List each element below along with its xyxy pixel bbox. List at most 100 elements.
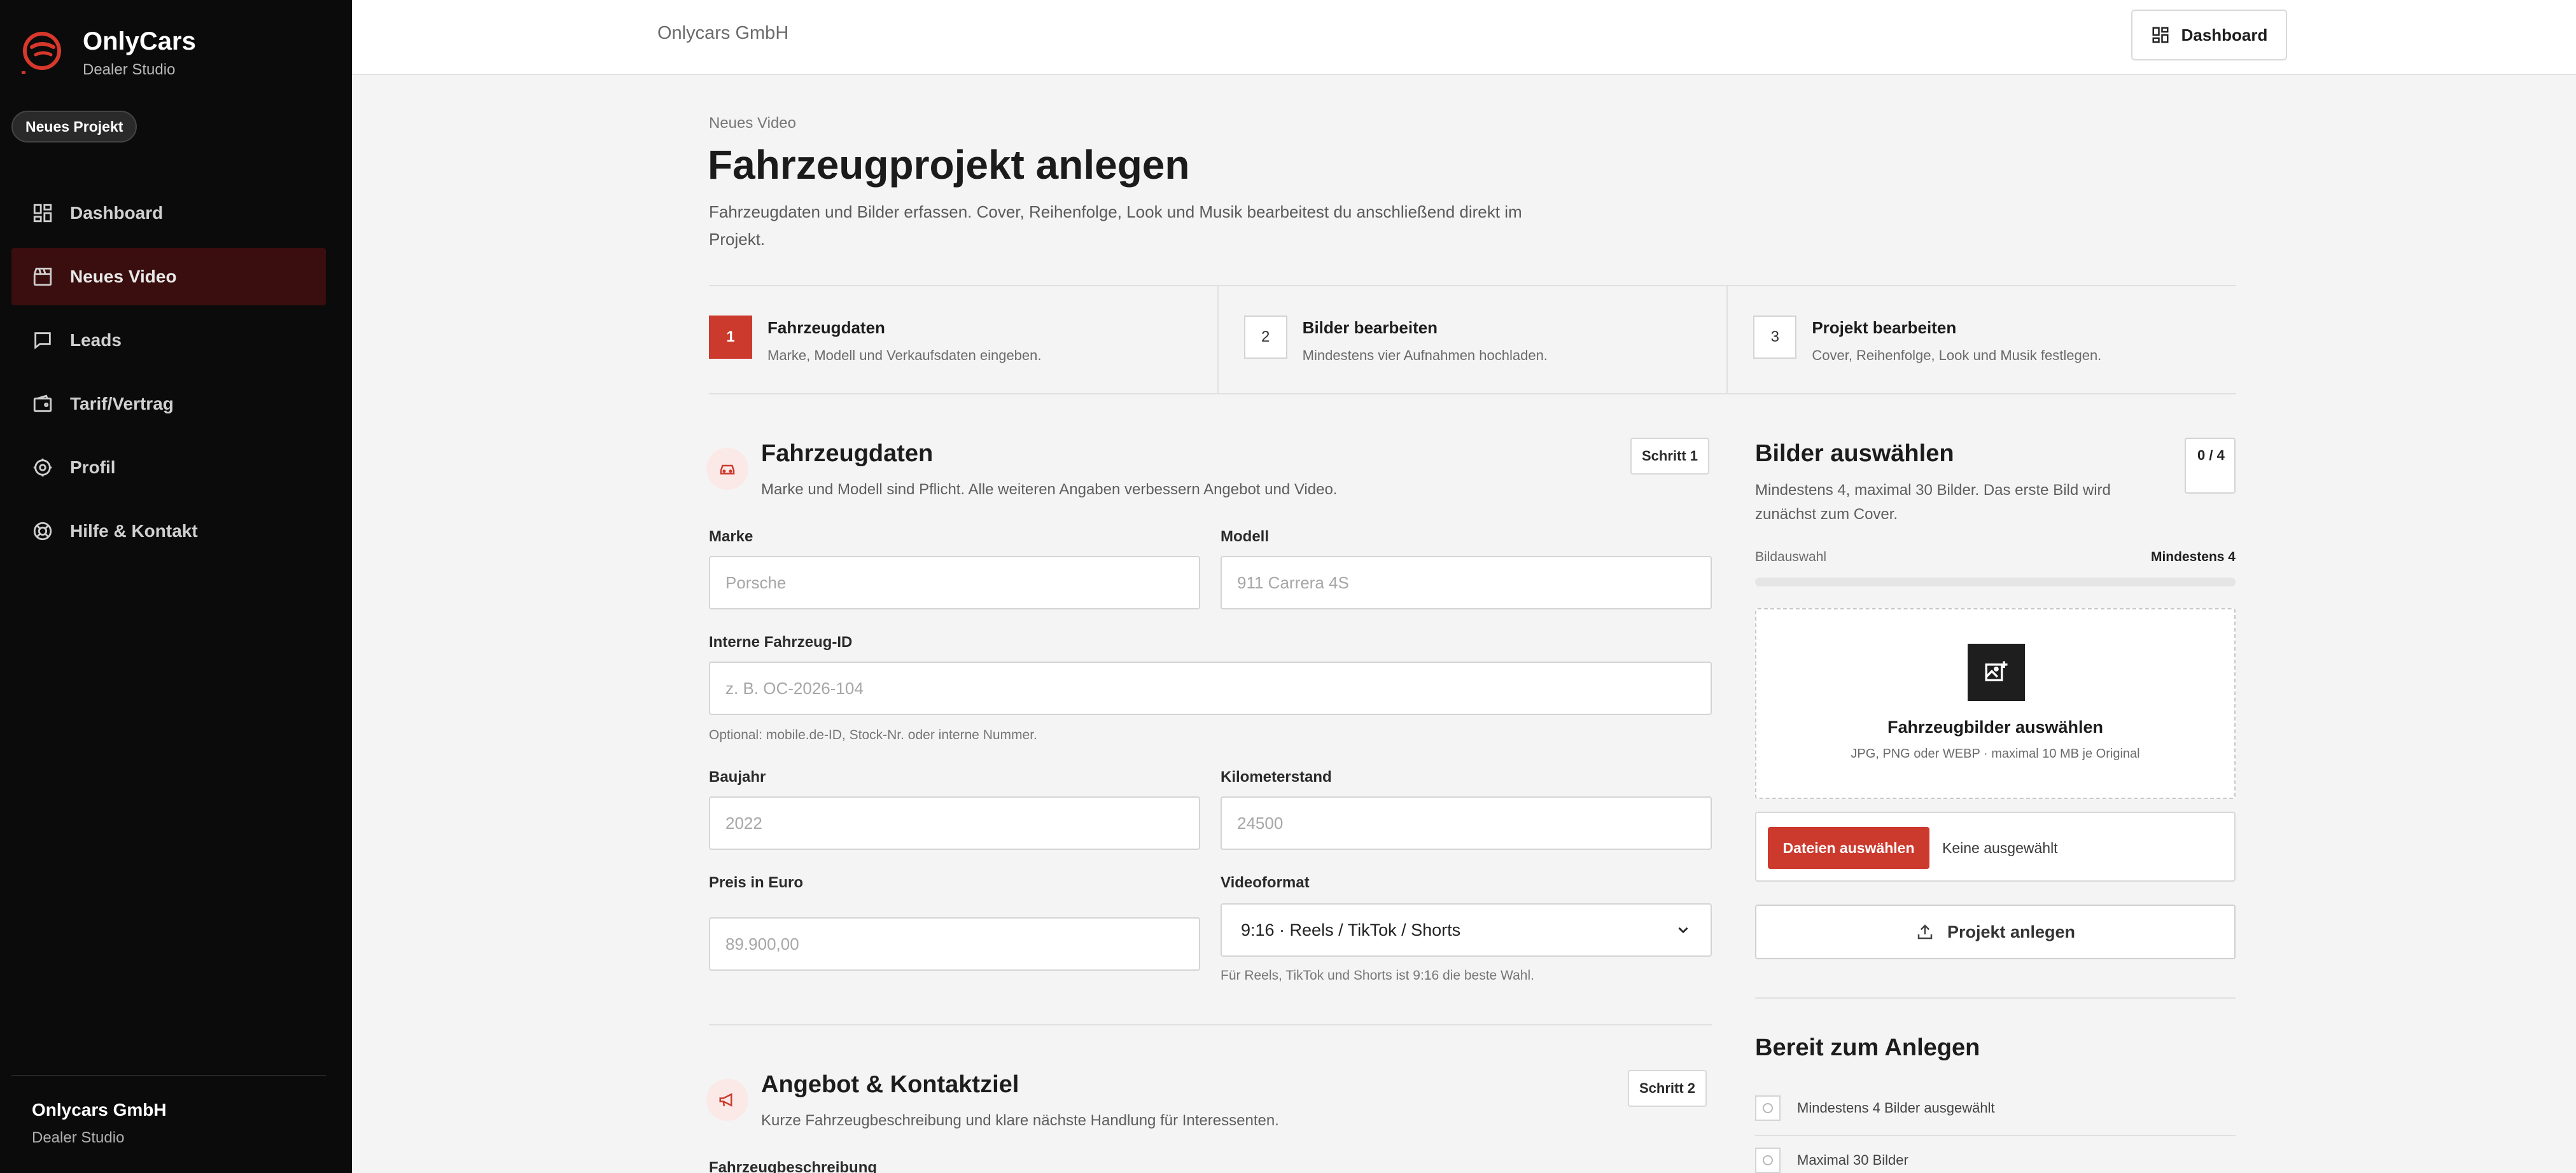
images-subtitle: Mindestens 4, maximal 30 Bilder. Das ers… <box>1755 482 2111 523</box>
ready-title: Bereit zum Anlegen <box>1755 1034 1980 1061</box>
brand[interactable]: OnlyCars Dealer Studio <box>19 25 196 79</box>
gear-icon <box>33 458 52 477</box>
step-3[interactable]: 3 Projekt bearbeiten Cover, Reihenfolge,… <box>1728 286 2236 393</box>
chevron-down-icon <box>1678 927 1688 934</box>
step-title: Bilder bearbeiten <box>1302 318 1438 337</box>
vehicle-section-title: Fahrzeugdaten <box>761 440 934 467</box>
vehicle-section-subtitle: Marke und Modell sind Pflicht. Alle weit… <box>761 481 1338 498</box>
create-project-button[interactable]: Projekt anlegen <box>1755 905 2236 959</box>
page-description: Fahrzeugdaten und Bilder erfassen. Cover… <box>709 202 1522 249</box>
dashboard-button-label: Dashboard <box>2181 25 2268 45</box>
video-format-value: 9:16 · Reels / TikTok / Shorts <box>1241 920 1461 940</box>
brand-label: Marke <box>709 528 753 545</box>
model-input[interactable] <box>1221 556 1712 609</box>
image-dropzone[interactable]: Fahrzeugbilder auswählen JPG, PNG oder W… <box>1755 608 2236 799</box>
image-count-badge: 0 / 4 <box>2185 438 2236 494</box>
video-format-hint: Für Reels, TikTok und Shorts ist 9:16 di… <box>1221 968 1534 983</box>
step-number: 1 <box>709 316 752 359</box>
check-label: Maximal 30 Bilder <box>1797 1152 1908 1168</box>
step-number: 2 <box>1243 316 1287 359</box>
sidebar-item-help[interactable]: Hilfe & Kontakt <box>11 503 326 560</box>
sidebar-item-label: Neues Video <box>70 267 177 286</box>
step-subtitle: Cover, Reihenfolge, Look und Musik festl… <box>1812 347 2102 363</box>
sidebar-nav: Dashboard Neues Video Leads Tarif/Vertra… <box>11 184 326 566</box>
sidebar-item-new-video[interactable]: Neues Video <box>11 248 326 305</box>
sidebar: OnlyCars Dealer Studio Neues Projekt Das… <box>0 0 352 1173</box>
sidebar-item-leads[interactable]: Leads <box>11 312 326 369</box>
panel-divider <box>1755 997 2236 999</box>
file-status: Keine ausgewählt <box>1942 840 2058 856</box>
step-number: 3 <box>1753 316 1797 359</box>
sidebar-item-label: Profil <box>70 457 116 477</box>
sidebar-item-label: Tarif/Vertrag <box>70 394 174 413</box>
step-2-pill: Schritt 2 <box>1628 1070 1707 1107</box>
sidebar-item-label: Dashboard <box>70 203 164 223</box>
add-image-icon <box>1968 644 2025 701</box>
megaphone-icon <box>706 1079 748 1121</box>
brand-input[interactable] <box>709 556 1200 609</box>
video-format-label: Videoformat <box>1221 874 1310 891</box>
sidebar-item-label: Leads <box>70 330 122 350</box>
sidebar-item-label: Hilfe & Kontakt <box>70 521 198 541</box>
stepper: 1 Fahrzeugdaten Marke, Modell und Verkau… <box>709 285 2236 394</box>
model-label: Modell <box>1221 528 1269 545</box>
check-item: Mindestens 4 Bilder ausgewählt <box>1755 1095 1995 1121</box>
account-subtitle: Dealer Studio <box>32 1129 125 1146</box>
step-1[interactable]: 1 Fahrzeugdaten Marke, Modell und Verkau… <box>709 286 1219 393</box>
dashboard-button[interactable]: Dashboard <box>2131 10 2287 60</box>
progress-requirement: Mindestens 4 <box>2150 550 2236 564</box>
chat-icon <box>34 332 51 350</box>
step-title: Fahrzeugdaten <box>767 318 885 337</box>
internal-id-label: Interne Fahrzeug-ID <box>709 634 853 651</box>
upload-icon <box>1917 924 1933 940</box>
brand-subtitle: Dealer Studio <box>83 61 176 78</box>
offer-section-subtitle: Kurze Fahrzeugbeschreibung und klare näc… <box>761 1112 1279 1129</box>
file-picker: Dateien auswählen Keine ausgewählt <box>1755 812 2236 882</box>
sidebar-account[interactable]: Onlycars GmbH Dealer Studio <box>11 1075 326 1147</box>
page-title: Fahrzeugprojekt anlegen <box>708 142 1190 188</box>
topbar-company: Onlycars GmbH <box>657 23 789 43</box>
dashboard-icon <box>33 204 52 223</box>
images-title: Bilder auswählen <box>1755 440 1954 467</box>
dashboard-icon <box>2152 27 2169 43</box>
check-label: Mindestens 4 Bilder ausgewählt <box>1797 1100 1995 1116</box>
wallet-icon <box>33 394 52 412</box>
section-divider <box>709 1024 1712 1025</box>
mileage-label: Kilometerstand <box>1221 768 1332 786</box>
choose-files-button[interactable]: Dateien auswählen <box>1768 827 1929 869</box>
video-format-select[interactable]: 9:16 · Reels / TikTok / Shorts <box>1221 903 1712 957</box>
year-input[interactable] <box>709 796 1200 850</box>
brand-logo-icon <box>22 32 61 74</box>
price-label: Preis in Euro <box>709 874 804 891</box>
year-label: Baujahr <box>709 768 766 786</box>
offer-section-title: Angebot & Kontaktziel <box>761 1071 1019 1098</box>
sidebar-item-tarif[interactable]: Tarif/Vertrag <box>11 375 326 433</box>
internal-id-input[interactable] <box>709 662 1712 715</box>
check-item: Maximal 30 Bilder <box>1755 1148 1908 1173</box>
progress-label: Bildauswahl <box>1755 550 1827 564</box>
step-1-pill: Schritt 1 <box>1630 438 1710 475</box>
clapperboard-icon <box>33 267 52 286</box>
description-label: Fahrzeugbeschreibung <box>709 1159 878 1173</box>
dropzone-title: Fahrzeugbilder auswählen <box>1887 718 2104 737</box>
create-project-label: Projekt anlegen <box>1947 922 2076 941</box>
sidebar-item-dashboard[interactable]: Dashboard <box>11 184 326 242</box>
dropzone-subtitle: JPG, PNG oder WEBP · maximal 10 MB je Or… <box>1851 747 2140 761</box>
brand-name: OnlyCars <box>83 27 196 55</box>
check-indicator <box>1755 1095 1781 1121</box>
page-eyebrow: Neues Video <box>709 115 796 132</box>
account-company: Onlycars GmbH <box>32 1100 167 1120</box>
topbar: Onlycars GmbH Dashboard <box>352 0 2576 75</box>
sidebar-item-profil[interactable]: Profil <box>11 439 326 496</box>
mileage-input[interactable] <box>1221 796 1712 850</box>
check-divider <box>1755 1135 2236 1136</box>
lifebuoy-icon <box>33 522 52 541</box>
step-subtitle: Mindestens vier Aufnahmen hochladen. <box>1302 347 1548 363</box>
check-indicator <box>1755 1148 1781 1173</box>
car-icon <box>706 448 748 490</box>
new-project-pill[interactable]: Neues Projekt <box>11 111 137 142</box>
image-progress-bar <box>1755 578 2236 586</box>
price-input[interactable] <box>709 917 1200 971</box>
step-title: Projekt bearbeiten <box>1812 318 1957 337</box>
step-2[interactable]: 2 Bilder bearbeiten Mindestens vier Aufn… <box>1219 286 1728 393</box>
